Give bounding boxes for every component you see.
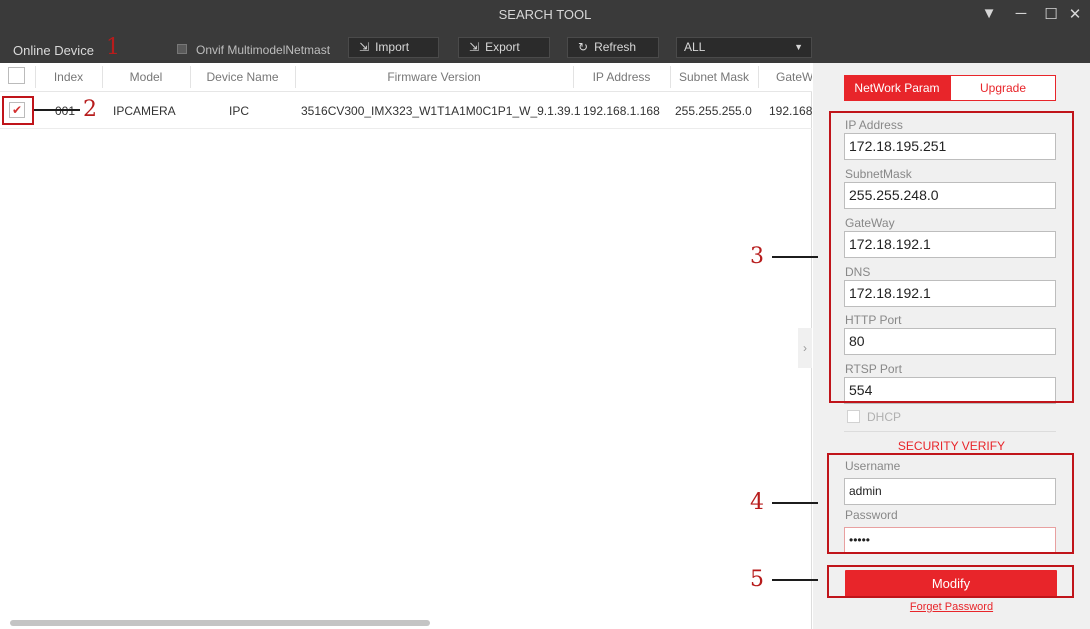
cell-device-name: IPC (229, 104, 250, 118)
export-button[interactable]: ⇲ Export (458, 37, 550, 58)
refresh-label: Refresh (594, 40, 637, 54)
export-label: Export (485, 40, 520, 54)
col-model[interactable]: Model (103, 70, 189, 84)
annotation-box-3 (829, 111, 1074, 403)
col-subnet-mask[interactable]: Subnet Mask (671, 70, 757, 84)
chevron-down-icon: ▼ (794, 42, 803, 52)
col-device-name[interactable]: Device Name (191, 70, 294, 84)
cell-index: 001 (55, 104, 76, 118)
col-firmware[interactable]: Firmware Version (296, 70, 572, 84)
annotation-line-3 (772, 256, 818, 258)
title-bar: SEARCH TOOL ▼ ─ ☐ ✕ (0, 0, 1090, 30)
close-icon[interactable]: ✕ (1065, 5, 1085, 23)
annotation-box-4 (827, 453, 1074, 554)
forget-password-link[interactable]: Forget Password (813, 601, 1090, 613)
col-index[interactable]: Index (36, 70, 101, 84)
cell-ip: 192.168.1.168 (583, 104, 660, 118)
refresh-button[interactable]: ↻ Refresh (567, 37, 659, 58)
menu-dropdown-icon[interactable]: ▼ (979, 5, 999, 22)
annotation-2: 2 (83, 97, 97, 122)
import-label: Import (375, 40, 410, 54)
annotation-line-4 (772, 502, 818, 504)
col-gateway[interactable]: GateW (760, 70, 812, 84)
minimize-icon[interactable]: ─ (1011, 5, 1031, 22)
tab-network-param[interactable]: NetWork Param (844, 75, 950, 101)
cell-model: IPCAMERA (113, 104, 176, 118)
onvif-checkbox[interactable] (177, 44, 187, 54)
annotation-1: 1 (106, 35, 120, 60)
tab-upgrade[interactable]: Upgrade (950, 75, 1056, 101)
dhcp-checkbox[interactable] (847, 410, 860, 423)
onvif-label: Onvif MultimodelNetmast (196, 43, 331, 57)
device-filter-select[interactable]: ALL ▼ (676, 37, 812, 58)
online-device-label: Online Device (13, 43, 94, 58)
dhcp-label: DHCP (867, 410, 902, 424)
divider (844, 431, 1056, 432)
toolbar: Online Device Onvif MultimodelNetmast ⇲ I… (0, 30, 1090, 63)
import-icon: ⇲ (359, 40, 370, 54)
maximize-icon[interactable]: ☐ (1041, 5, 1061, 23)
annotation-box-5 (827, 565, 1074, 598)
annotation-3: 3 (750, 244, 764, 269)
cell-gateway: 192.168. (769, 104, 812, 118)
refresh-icon: ↻ (578, 40, 589, 54)
window-title: SEARCH TOOL (498, 7, 592, 22)
col-ip-address[interactable]: IP Address (574, 70, 669, 84)
filter-value: ALL (684, 40, 706, 54)
table-row[interactable]: ✔ 001 IPCAMERA IPC 3516CV300_IMX323_W1T1… (0, 93, 812, 129)
horizontal-scrollbar[interactable] (10, 620, 430, 626)
annotation-5: 5 (750, 567, 764, 592)
annotation-line-2 (34, 109, 80, 111)
security-verify-title: SECURITY VERIFY (897, 439, 1006, 453)
device-table: Index Model Device Name Firmware Version… (0, 63, 812, 629)
cell-firmware: 3516CV300_IMX323_W1T1A1M0C1P1_W_9.1.39.1 (301, 104, 581, 118)
collapse-panel-icon[interactable]: › (798, 328, 812, 368)
select-all-checkbox[interactable] (8, 67, 25, 84)
export-icon: ⇲ (469, 40, 480, 54)
annotation-box-2 (2, 96, 34, 125)
table-header: Index Model Device Name Firmware Version… (0, 63, 812, 92)
annotation-line-5 (772, 579, 818, 581)
import-button[interactable]: ⇲ Import (348, 37, 439, 58)
annotation-4: 4 (750, 490, 764, 515)
cell-subnet: 255.255.255.0 (675, 104, 752, 118)
